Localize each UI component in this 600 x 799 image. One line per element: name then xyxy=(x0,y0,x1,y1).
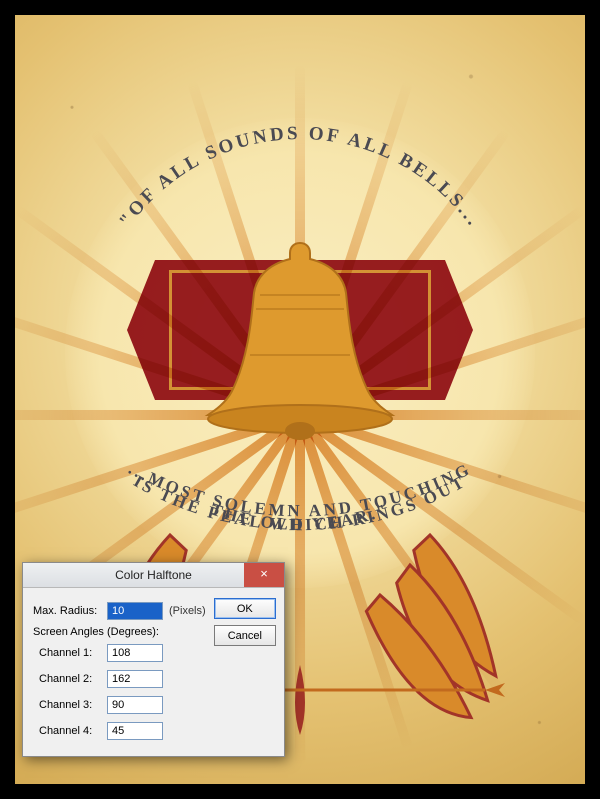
max-radius-label: Max. Radius: xyxy=(33,605,101,617)
channel-2-label: Channel 2: xyxy=(33,673,101,685)
screen-angles-label: Screen Angles (Degrees): xyxy=(33,626,206,638)
dialog-titlebar[interactable]: Color Halftone × xyxy=(23,563,284,588)
pixels-unit-label: (Pixels) xyxy=(169,605,206,617)
max-radius-input[interactable] xyxy=(107,602,163,620)
channel-2-input[interactable] xyxy=(107,670,163,688)
cancel-button[interactable]: Cancel xyxy=(214,625,276,646)
channel-1-label: Channel 1: xyxy=(33,647,101,659)
channel-1-input[interactable] xyxy=(107,644,163,662)
channel-4-label: Channel 4: xyxy=(33,725,101,737)
quote-top-arc: "OF ALL SOUNDS OF ALL BELLS... xyxy=(85,150,515,300)
close-icon[interactable]: × xyxy=(244,563,284,587)
channel-3-label: Channel 3: xyxy=(33,699,101,711)
color-halftone-dialog: Color Halftone × Max. Radius: (Pixels) S… xyxy=(22,562,285,757)
ok-button[interactable]: OK xyxy=(214,598,276,619)
channel-4-input[interactable] xyxy=(107,722,163,740)
app-workspace: "OF ALL SOUNDS OF ALL BELLS... ...MOST S… xyxy=(0,0,600,799)
channel-3-input[interactable] xyxy=(107,696,163,714)
